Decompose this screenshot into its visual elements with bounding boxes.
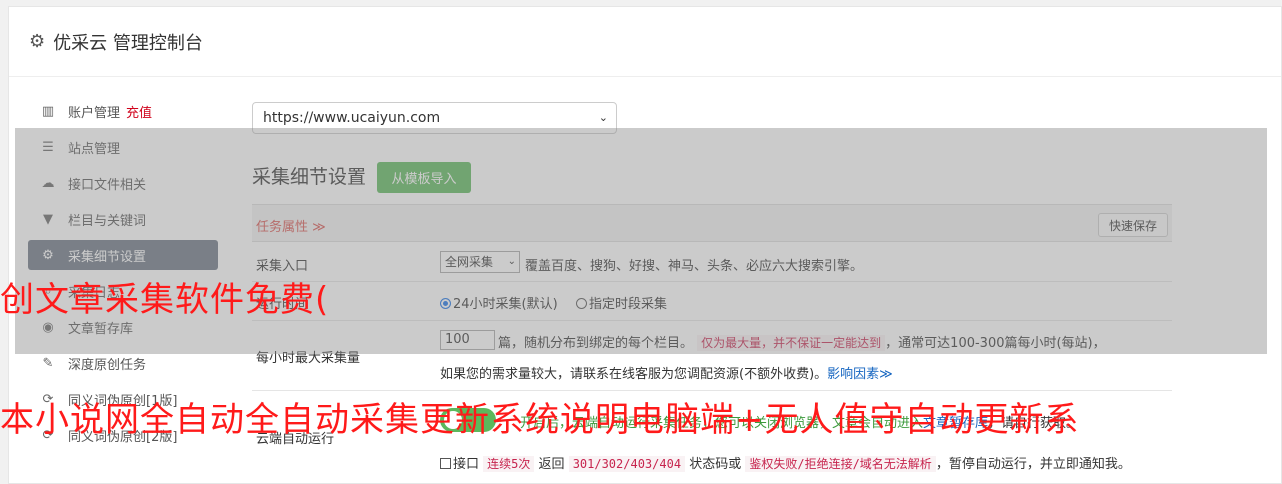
page-title: 优采云 管理控制台 <box>53 32 203 54</box>
console-header: ⚙ 优采云 管理控制台 <box>9 7 1281 77</box>
watermark-caption-1: 创文章采集软件免费( <box>0 280 330 320</box>
site-select-value: https://www.ucaiyun.com <box>263 110 441 126</box>
sidebar-item-label: 账户管理 <box>68 105 121 121</box>
text: 接口 <box>453 457 480 472</box>
text: ，暂停自动运行，并立即通知我。 <box>935 457 1131 472</box>
code: 鉴权失败/拒绝连接/域名无法解析 <box>745 456 936 472</box>
code: 连续5次 <box>483 456 535 472</box>
sidebar-item-account[interactable]: ▥ 账户管理 充值 <box>28 96 218 126</box>
watermark-caption-2: 本小说网全自动全自动采集更新系统说明电脑端+无人值守自动更新系 <box>0 400 1080 440</box>
bar-chart-icon: ▥ <box>41 103 55 119</box>
sidebar-item-label: 深度原创任务 <box>68 357 147 373</box>
edit-icon: ✎ <box>42 355 54 371</box>
text: 状态码或 <box>689 457 742 472</box>
influence-factors-link[interactable]: 影响因素≫ <box>827 367 893 382</box>
checkbox-icon <box>440 458 451 469</box>
text: 返回 <box>538 457 565 472</box>
text: 如果您的需求量较大，请联系在线客服为您调配资源(不额外收费)。 <box>440 367 828 382</box>
code: 301/302/403/404 <box>568 456 686 472</box>
max-per-hour-text2: 如果您的需求量较大，请联系在线客服为您调配资源(不额外收费)。影响因素≫ <box>440 363 893 382</box>
gear-icon: ⚙ <box>29 31 46 52</box>
interface-failure-option[interactable]: 接口 连续5次 返回 301/302/403/404 状态码或 鉴权失败/拒绝连… <box>440 453 1131 472</box>
row-divider <box>252 390 1172 391</box>
recharge-link[interactable]: 充值 <box>126 102 152 121</box>
